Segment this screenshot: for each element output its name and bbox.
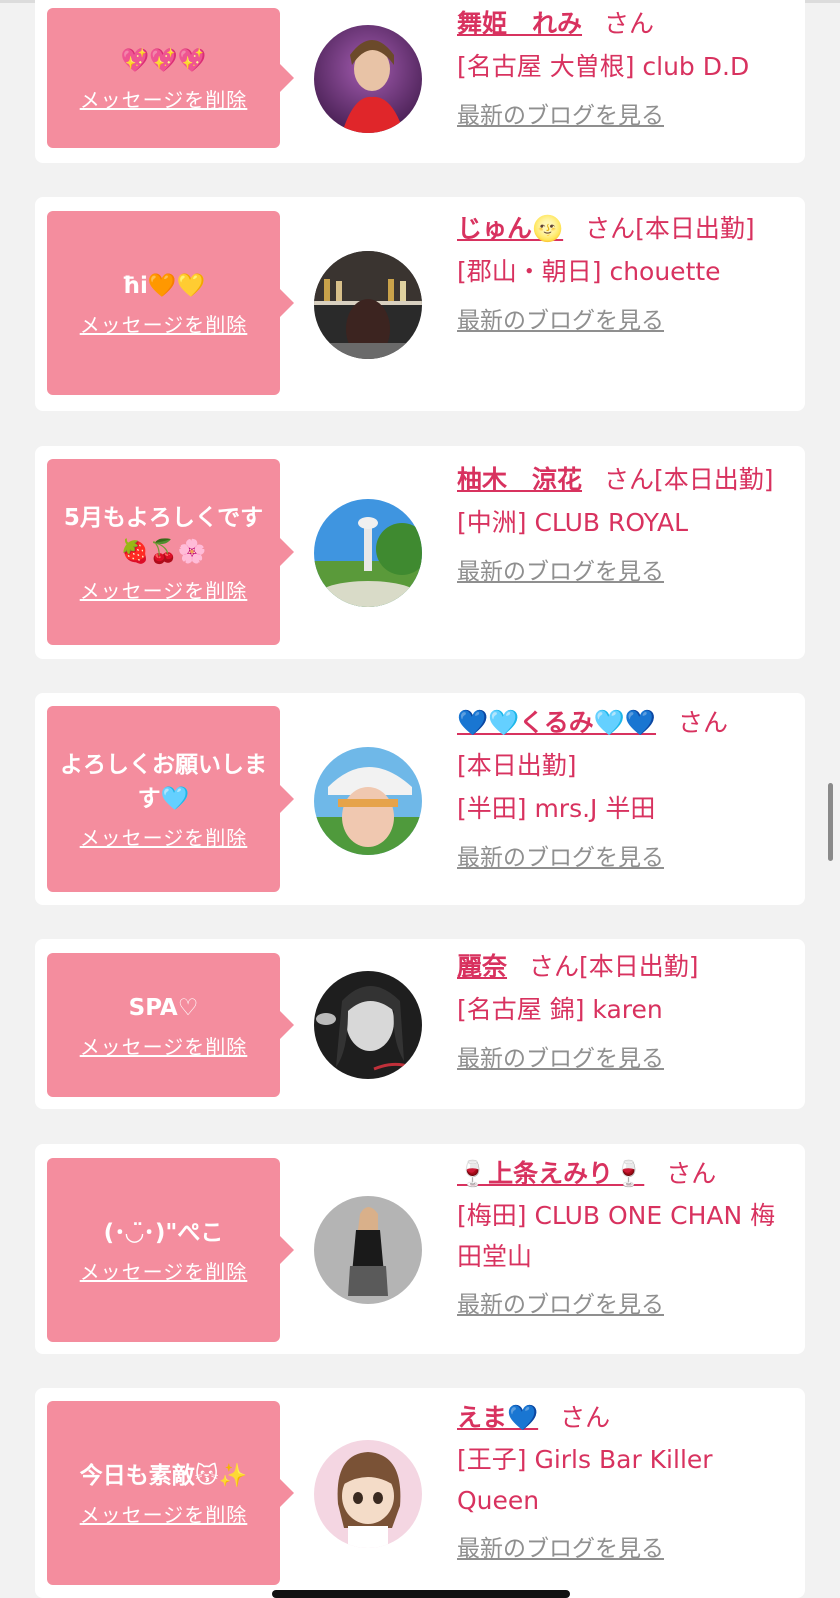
avatar[interactable]: [314, 251, 422, 359]
message-bubble: ħi🧡💛 メッセージを削除: [47, 211, 294, 395]
entry-info: 麗奈 さん[本日出勤] [名古屋 錦] karen 最新のブログを見る: [457, 945, 782, 1075]
message-bubble: 5月もよろしくです🍓🍒🌸 メッセージを削除: [47, 459, 294, 645]
honorific: さん: [604, 9, 655, 38]
shop-info: [梅田] CLUB ONE CHAN 梅田堂山: [457, 1201, 776, 1271]
message-card: 今日も素敵😽✨ メッセージを削除 えま💙 さん [王子] Girls Bar Ki…: [35, 1388, 805, 1598]
delete-message-link[interactable]: メッセージを削除: [80, 575, 248, 604]
message-bubble: SPA♡ メッセージを削除: [47, 953, 294, 1097]
message-card: 5月もよろしくです🍓🍒🌸 メッセージを削除 柚木 涼花 さん[本日出勤] [中洲]…: [35, 446, 805, 659]
honorific: さん: [666, 1159, 717, 1188]
view-blog-link[interactable]: 最新のブログを見る: [457, 305, 782, 337]
avatar[interactable]: [314, 499, 422, 607]
view-blog-link[interactable]: 最新のブログを見る: [457, 1043, 782, 1075]
honorific: さん: [678, 708, 729, 737]
message-bubble: 今日も素敵😽✨ メッセージを削除: [47, 1401, 294, 1585]
view-blog-link[interactable]: 最新のブログを見る: [457, 1533, 782, 1565]
user-name-link[interactable]: 🍷上条えみり🍷: [457, 1159, 644, 1188]
view-blog-link[interactable]: 最新のブログを見る: [457, 842, 782, 874]
shop-info: [半田] mrs.J 半田: [457, 794, 656, 823]
user-name-link[interactable]: えま💙: [457, 1403, 538, 1432]
message-text: よろしくお願いします🩵: [60, 751, 267, 812]
delete-message-link[interactable]: メッセージを削除: [80, 1499, 248, 1528]
honorific: さん: [585, 214, 636, 243]
entry-info: 💙🩵くるみ🩵💙 さん [本日出勤] [半田] mrs.J 半田 最新のブログを見る: [457, 701, 782, 874]
shop-info: [名古屋 大曽根] club D.D: [457, 52, 750, 81]
honorific: さん: [604, 465, 655, 494]
view-blog-link[interactable]: 最新のブログを見る: [457, 100, 782, 132]
message-bubble: よろしくお願いします🩵 メッセージを削除: [47, 706, 294, 892]
shop-info: [王子] Girls Bar Killer Queen: [457, 1445, 713, 1515]
message-card: (･◡̈･)"ぺこ メッセージを削除 🍷上条えみり🍷 さん [梅田] CLUB O…: [35, 1144, 805, 1354]
entry-info: じゅん🌝 さん[本日出勤] [郡山・朝日] chouette 最新のブログを見る: [457, 207, 782, 337]
message-card: 💖💖💖 メッセージを削除 舞姫 れみ さん [名古屋 大曽根] club D.D …: [35, 0, 805, 163]
view-blog-link[interactable]: 最新のブログを見る: [457, 556, 782, 588]
message-card: SPA♡ メッセージを削除 麗奈 さん[本日出勤] [名古屋 錦] karen 最…: [35, 939, 805, 1109]
avatar[interactable]: [314, 25, 422, 133]
shop-info: [名古屋 錦] karen: [457, 995, 663, 1024]
entry-info: 柚木 涼花 さん[本日出勤] [中洲] CLUB ROYAL 最新のブログを見る: [457, 458, 782, 588]
avatar[interactable]: [314, 747, 422, 855]
shop-info: [郡山・朝日] chouette: [457, 257, 721, 286]
user-name-link[interactable]: じゅん🌝: [457, 214, 563, 243]
message-bubble: 💖💖💖 メッセージを削除: [47, 8, 294, 148]
message-bubble: (･◡̈･)"ぺこ メッセージを削除: [47, 1158, 294, 1342]
delete-message-link[interactable]: メッセージを削除: [80, 84, 248, 113]
entry-info: 🍷上条えみり🍷 さん [梅田] CLUB ONE CHAN 梅田堂山 最新のブログ…: [457, 1152, 782, 1321]
honorific: さん: [529, 952, 580, 981]
message-text: 💖💖💖: [120, 47, 207, 74]
delete-message-link[interactable]: メッセージを削除: [80, 309, 248, 338]
home-indicator[interactable]: [272, 1590, 570, 1598]
message-text: ħi🧡💛: [121, 272, 206, 299]
message-text: 5月もよろしくです🍓🍒🌸: [63, 504, 264, 565]
message-text: SPA♡: [128, 994, 199, 1021]
user-name-link[interactable]: 麗奈: [457, 952, 507, 981]
status-badge: [本日出勤]: [635, 214, 755, 243]
delete-message-link[interactable]: メッセージを削除: [80, 822, 248, 851]
user-name-link[interactable]: 💙🩵くるみ🩵💙: [457, 708, 656, 737]
avatar[interactable]: [314, 1196, 422, 1304]
delete-message-link[interactable]: メッセージを削除: [80, 1031, 248, 1060]
avatar[interactable]: [314, 971, 422, 1079]
entry-info: えま💙 さん [王子] Girls Bar Killer Queen 最新のブログ…: [457, 1396, 782, 1565]
status-badge: [本日出勤]: [579, 952, 699, 981]
user-name-link[interactable]: 柚木 涼花: [457, 465, 582, 494]
delete-message-link[interactable]: メッセージを削除: [80, 1256, 248, 1285]
message-text: (･◡̈･)"ぺこ: [103, 1219, 224, 1246]
message-text: 今日も素敵😽✨: [79, 1462, 248, 1489]
message-card: よろしくお願いします🩵 メッセージを削除 💙🩵くるみ🩵💙 さん [本日出勤] [半…: [35, 693, 805, 905]
honorific: さん: [560, 1403, 611, 1432]
status-badge: [本日出勤]: [457, 751, 577, 780]
scrollbar[interactable]: [828, 783, 833, 861]
view-blog-link[interactable]: 最新のブログを見る: [457, 1289, 782, 1321]
avatar[interactable]: [314, 1440, 422, 1548]
message-card: ħi🧡💛 メッセージを削除 じゅん🌝 さん[本日出勤] [郡山・朝日] choue…: [35, 197, 805, 411]
entry-info: 舞姫 れみ さん [名古屋 大曽根] club D.D 最新のブログを見る: [457, 2, 782, 132]
shop-info: [中洲] CLUB ROYAL: [457, 508, 689, 537]
status-badge: [本日出勤]: [654, 465, 774, 494]
user-name-link[interactable]: 舞姫 れみ: [457, 9, 582, 38]
